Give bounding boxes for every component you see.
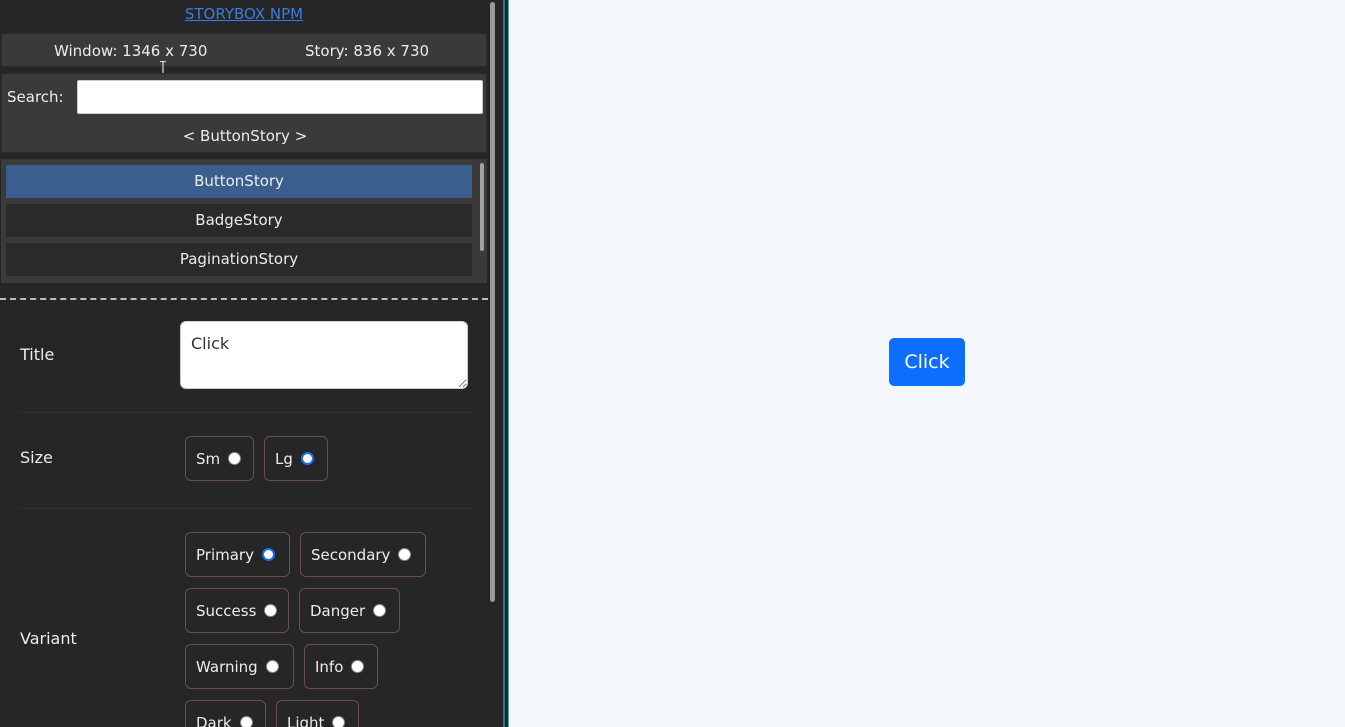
radio-checked-icon[interactable]	[300, 452, 314, 465]
variant-option-label: Danger	[310, 601, 366, 620]
search-label: Search:	[7, 88, 64, 106]
radio-unchecked-icon[interactable]	[398, 548, 412, 561]
size-option-lg[interactable]: Lg	[264, 436, 328, 481]
radio-unchecked-icon[interactable]	[265, 660, 279, 673]
variant-option-dark[interactable]: Dark	[185, 700, 266, 727]
story-list-scrollbar[interactable]	[480, 163, 484, 251]
variant-option-label: Success	[196, 601, 257, 620]
storybox-npm-link[interactable]: STORYBOX NPM	[0, 5, 488, 23]
radio-unchecked-icon[interactable]	[239, 716, 253, 727]
story-item-badge[interactable]: BadgeStory	[6, 204, 472, 237]
variant-option-danger[interactable]: Danger	[299, 588, 400, 633]
variant-option-light[interactable]: Light	[276, 700, 359, 727]
current-story-nav[interactable]: < ButtonStory >	[2, 127, 488, 145]
radio-unchecked-icon[interactable]	[332, 716, 346, 727]
radio-unchecked-icon[interactable]	[351, 660, 365, 673]
variant-option-label: Light	[287, 713, 325, 727]
radio-unchecked-icon[interactable]	[228, 452, 242, 465]
search-panel: Search: < ButtonStory >	[1, 73, 487, 153]
section-divider	[0, 298, 488, 300]
variant-option-primary[interactable]: Primary	[185, 532, 290, 577]
variant-option-label: Warning	[196, 657, 258, 676]
variant-prop-label: Variant	[20, 629, 77, 648]
variant-option-secondary[interactable]: Secondary	[300, 532, 426, 577]
story-item-pagination[interactable]: PaginationStory	[6, 243, 472, 276]
resize-handle[interactable]	[503, 0, 509, 727]
search-input[interactable]	[77, 80, 483, 114]
variant-option-success[interactable]: Success	[185, 588, 289, 633]
window-size-text: Window: 1346 x 730	[54, 42, 208, 60]
title-prop-label: Title	[20, 345, 55, 364]
size-prop-label: Size	[20, 448, 53, 467]
viewport-sizes: Window: 1346 x 730 Story: 836 x 730	[1, 33, 487, 67]
preview-click-button[interactable]: Click	[889, 338, 965, 386]
size-option-sm[interactable]: Sm	[185, 436, 254, 481]
radio-unchecked-icon[interactable]	[264, 604, 278, 617]
variant-option-label: Dark	[196, 713, 232, 727]
prop-separator	[18, 508, 474, 509]
story-list: ButtonStory BadgeStory PaginationStory	[1, 159, 487, 283]
variant-option-warning[interactable]: Warning	[185, 644, 294, 689]
variant-option-info[interactable]: Info	[304, 644, 378, 689]
story-item-button[interactable]: ButtonStory	[6, 165, 472, 198]
variant-option-label: Primary	[196, 545, 254, 564]
variant-option-label: Secondary	[311, 545, 391, 564]
size-option-label: Sm	[196, 449, 221, 468]
prop-separator	[18, 412, 474, 413]
size-option-label: Lg	[275, 449, 293, 468]
variant-option-label: Info	[315, 657, 344, 676]
storybox-sidebar: STORYBOX NPM Window: 1346 x 730 Story: 8…	[0, 0, 503, 727]
radio-unchecked-icon[interactable]	[373, 604, 387, 617]
title-textarea[interactable]	[180, 321, 468, 389]
radio-checked-icon[interactable]	[261, 548, 275, 561]
story-size-text: Story: 836 x 730	[305, 42, 430, 60]
sidebar-scrollbar[interactable]	[490, 2, 495, 602]
